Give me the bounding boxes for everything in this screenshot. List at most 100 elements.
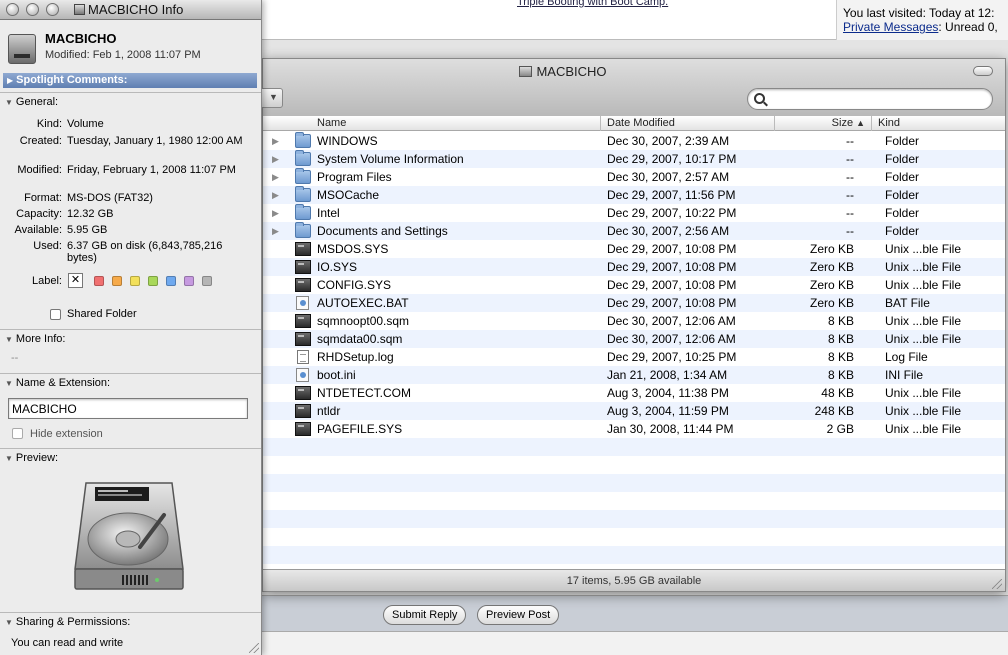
file-size: 8 KB xyxy=(827,314,854,328)
resize-grip-icon[interactable] xyxy=(249,643,259,653)
kind-value: Volume xyxy=(67,118,104,130)
search-input[interactable] xyxy=(770,91,984,107)
file-size: -- xyxy=(846,224,854,238)
disclosure-open-icon: ▼ xyxy=(5,618,13,627)
file-row[interactable]: sqmnoopt00.sqm Dec 30, 2007, 12:06 AM 8 KB… xyxy=(263,312,1005,330)
disclosure-triangle-icon[interactable]: ▶ xyxy=(272,132,279,150)
preview-post-button[interactable]: Preview Post xyxy=(477,605,560,625)
section-general-header[interactable]: ▼ General: xyxy=(0,94,261,111)
info-title-label: MACBICHO Info xyxy=(88,2,184,17)
section-more-info-header[interactable]: ▼ More Info: xyxy=(0,331,261,348)
section-sharing: ▼ Sharing & Permissions: xyxy=(0,614,261,631)
disclosure-triangle-icon[interactable]: ▶ xyxy=(272,204,279,222)
file-name: System Volume Information xyxy=(317,152,464,166)
file-kind: Folder xyxy=(885,170,920,184)
label-color-swatch[interactable] xyxy=(184,276,194,286)
file-row[interactable]: ▶ WINDOWS Dec 30, 2007, 2:39 AM -- Folder xyxy=(263,132,1005,150)
file-kind: INI File xyxy=(885,368,924,382)
file-row[interactable]: NTDETECT.COM Aug 3, 2004, 11:38 PM 48 KB Un… xyxy=(263,384,1005,402)
private-messages-link[interactable]: Private Messages xyxy=(843,20,938,34)
file-row[interactable]: IO.SYS Dec 29, 2007, 10:08 PM Zero KB Unix … xyxy=(263,258,1005,276)
hide-extension-label: Hide extension xyxy=(30,428,103,440)
file-row[interactable]: ▶ Documents and Settings Dec 30, 2007, 2:5… xyxy=(263,222,1005,240)
resize-grip-icon[interactable] xyxy=(992,579,1002,589)
folder-icon xyxy=(295,222,311,238)
file-kind: Folder xyxy=(885,224,920,238)
label-color-swatch[interactable] xyxy=(166,276,176,286)
file-row[interactable]: MSDOS.SYS Dec 29, 2007, 10:08 PM Zero KB Un… xyxy=(263,240,1005,258)
label-color-swatch[interactable] xyxy=(148,276,158,286)
close-button[interactable] xyxy=(6,3,19,16)
no-label-button[interactable]: ✕ xyxy=(68,273,83,288)
label-color-swatch[interactable] xyxy=(112,276,122,286)
name-field[interactable] xyxy=(8,398,248,419)
general-label: General: xyxy=(15,96,59,108)
status-text: 17 items, 5.95 GB available xyxy=(566,575,702,587)
file-kind: BAT File xyxy=(885,296,930,310)
file-row[interactable]: PAGEFILE.SYS Jan 30, 2008, 11:44 PM 2 GB Un… xyxy=(263,420,1005,438)
empty-row xyxy=(263,528,1005,546)
column-date-header[interactable]: Date Modified xyxy=(600,116,774,131)
section-sharing-header[interactable]: ▼ Sharing & Permissions: xyxy=(0,614,261,631)
submit-reply-button[interactable]: Submit Reply xyxy=(383,605,467,625)
label-color-swatch[interactable] xyxy=(130,276,140,286)
disclosure-triangle-icon[interactable]: ▶ xyxy=(272,150,279,168)
section-name-extension-header[interactable]: ▼ Name & Extension: xyxy=(0,375,261,392)
shared-folder-checkbox[interactable] xyxy=(50,309,61,320)
unread-count-text: : Unread 0, xyxy=(938,20,998,34)
info-titlebar[interactable]: MACBICHO Info xyxy=(0,0,261,20)
disclosure-triangle-icon[interactable]: ▶ xyxy=(272,222,279,240)
file-size: -- xyxy=(846,206,854,220)
file-size: 48 KB xyxy=(821,386,854,400)
file-name: Program Files xyxy=(317,170,392,184)
column-size-label: Size xyxy=(831,117,854,129)
folder-icon xyxy=(295,150,311,166)
disclosure-triangle-icon[interactable]: ▶ xyxy=(272,168,279,186)
file-list: ▶ WINDOWS Dec 30, 2007, 2:39 AM -- Folder ▶ Sy… xyxy=(263,132,1005,564)
disclosure-open-icon: ▼ xyxy=(5,379,13,388)
file-row[interactable]: sqmdata00.sqm Dec 30, 2007, 12:06 AM 8 KB U… xyxy=(263,330,1005,348)
label-color-swatch[interactable] xyxy=(94,276,104,286)
file-row[interactable]: ntldr Aug 3, 2004, 11:59 PM 248 KB Unix ...… xyxy=(263,402,1005,420)
thread-title-link[interactable]: Triple Booting with Boot Camp. xyxy=(517,0,668,8)
zoom-button[interactable] xyxy=(46,3,59,16)
file-row[interactable]: ▶ Intel Dec 29, 2007, 10:22 PM -- Folder xyxy=(263,204,1005,222)
column-size-header[interactable]: Size ▲ xyxy=(774,116,871,131)
finder-status-bar: 17 items, 5.95 GB available xyxy=(263,569,1005,591)
file-date-modified: Aug 3, 2004, 11:59 PM xyxy=(607,404,729,418)
column-name-header[interactable]: Name xyxy=(311,116,591,131)
empty-row xyxy=(263,510,1005,528)
executable-icon xyxy=(295,332,311,346)
label-color-swatch[interactable] xyxy=(202,276,212,286)
search-field[interactable] xyxy=(747,88,993,110)
toolbar-toggle-button[interactable] xyxy=(973,66,993,76)
file-kind: Unix ...ble File xyxy=(885,314,962,328)
finder-titlebar[interactable]: MACBICHO ▼ xyxy=(259,59,1005,117)
section-preview-header[interactable]: ▼ Preview: xyxy=(0,450,261,467)
file-name: ntldr xyxy=(317,404,341,418)
file-row[interactable]: ▶ MSOCache Dec 29, 2007, 11:56 PM -- Folder xyxy=(263,186,1005,204)
file-row[interactable]: ▶ System Volume Information Dec 29, 2007, … xyxy=(263,150,1005,168)
more-info-value: -- xyxy=(11,352,19,364)
section-spotlight-comments[interactable]: ▶ Spotlight Comments: xyxy=(3,73,257,88)
column-kind-header[interactable]: Kind xyxy=(871,116,1005,131)
file-row[interactable]: CONFIG.SYS Dec 29, 2007, 10:08 PM Zero KB U… xyxy=(263,276,1005,294)
disclosure-triangle-icon[interactable]: ▶ xyxy=(272,186,279,204)
column-date-label: Date Modified xyxy=(607,117,675,129)
file-row[interactable]: AUTOEXEC.BAT Dec 29, 2007, 10:08 PM Zero K… xyxy=(263,294,1005,312)
section-general: ▼ General: xyxy=(0,94,261,111)
file-row[interactable]: ▶ Program Files Dec 30, 2007, 2:57 AM -- Fol… xyxy=(263,168,1005,186)
minimize-button[interactable] xyxy=(26,3,39,16)
divider xyxy=(0,329,261,330)
file-row[interactable]: boot.ini Jan 21, 2008, 1:34 AM 8 KB INI Fil… xyxy=(263,366,1005,384)
name-extension-label: Name & Extension: xyxy=(15,377,111,389)
file-date-modified: Jan 30, 2008, 11:44 PM xyxy=(607,422,734,436)
search-icon xyxy=(754,93,765,104)
finder-title-label: MACBICHO xyxy=(536,64,607,79)
format-label: Format: xyxy=(24,192,62,204)
empty-row xyxy=(263,474,1005,492)
hide-extension-checkbox[interactable] xyxy=(12,428,23,439)
view-options-button[interactable]: ▼ xyxy=(259,88,283,108)
hard-drive-icon xyxy=(8,34,36,64)
file-row[interactable]: RHDSetup.log Dec 29, 2007, 10:25 PM 8 KB Lo… xyxy=(263,348,1005,366)
